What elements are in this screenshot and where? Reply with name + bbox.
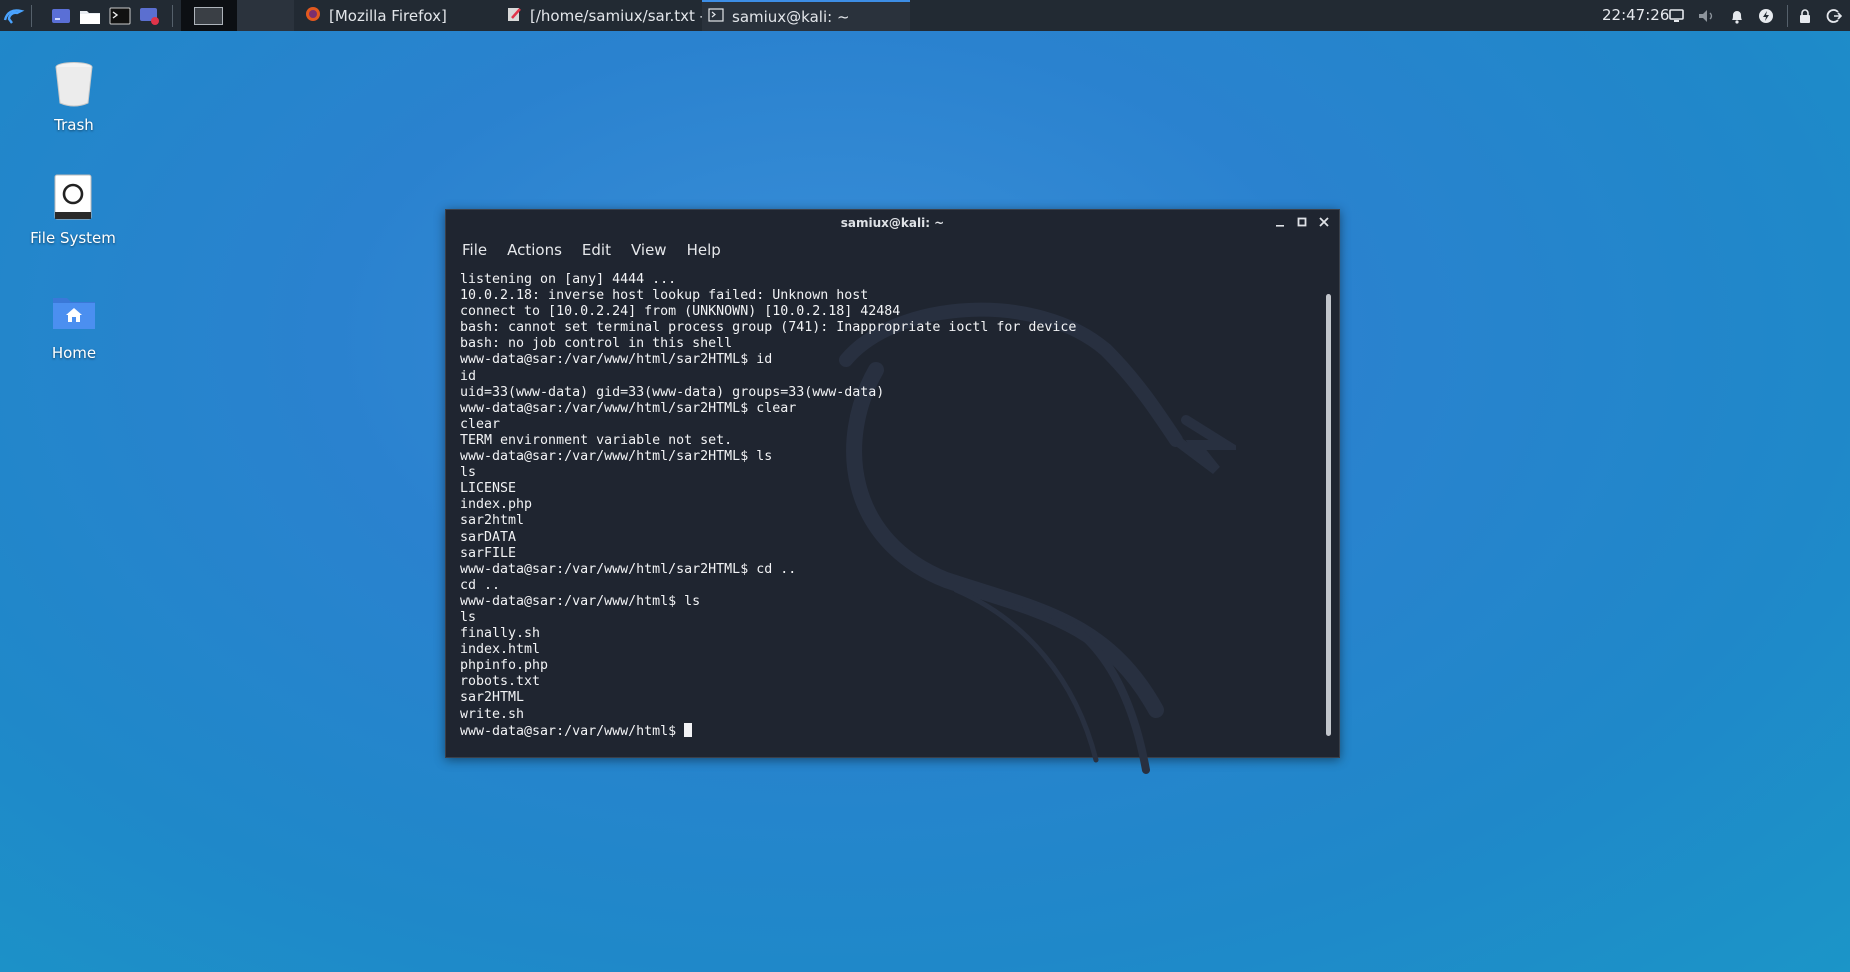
terminal-launcher-icon[interactable]: [109, 5, 131, 26]
terminal-line: www-data@sar:/var/www/html/sar2HTML$ cd …: [460, 561, 797, 577]
screen-recorder-icon[interactable]: [139, 5, 161, 26]
terminal-line: bash: cannot set terminal process group …: [460, 320, 1077, 336]
menu-bar: File Actions Edit View Help: [446, 236, 1339, 264]
window-title: samiux@kali: ~: [840, 216, 945, 230]
terminal-line: clear: [460, 416, 501, 432]
terminal-line: index.html: [460, 642, 541, 658]
menu-actions[interactable]: Actions: [507, 241, 562, 259]
terminal-line: listening on [any] 4444 ...: [460, 272, 677, 287]
show-desktop-icon[interactable]: [50, 5, 72, 26]
task-firefox[interactable]: [Mozilla Firefox]: [305, 0, 490, 31]
workspace-2[interactable]: [237, 0, 294, 31]
scrollbar[interactable]: [1326, 294, 1331, 736]
terminal-output[interactable]: listening on [any] 4444 ... 10.0.2.18: in…: [460, 272, 1313, 747]
shell-prompt: www-data@sar:/var/www/html$: [460, 723, 685, 739]
power-manager-icon[interactable]: [1755, 5, 1777, 26]
window-titlebar[interactable]: samiux@kali: ~: [446, 210, 1339, 236]
terminal-line: www-data@sar:/var/www/html/sar2HTML$ cle…: [460, 400, 797, 416]
volume-icon[interactable]: [1696, 5, 1718, 26]
terminal-line: bash: no job control in this shell: [460, 336, 733, 352]
maximize-icon[interactable]: [1293, 214, 1311, 232]
terminal-line: write.sh: [460, 706, 525, 722]
display-icon[interactable]: [1666, 5, 1688, 26]
terminal-line: TERM environment variable not set.: [460, 432, 733, 448]
terminal-line: LICENSE: [460, 481, 517, 497]
terminal-prompt-line[interactable]: www-data@sar:/var/www/html$: [460, 722, 1313, 740]
desktop-icon-trash[interactable]: Trash: [14, 58, 134, 134]
desktop-icon-home[interactable]: Home: [14, 286, 134, 362]
menu-help[interactable]: Help: [687, 241, 721, 259]
terminal-line: sarDATA: [460, 529, 517, 545]
terminal-line: id: [460, 368, 477, 384]
terminal-line: ls: [460, 609, 477, 625]
terminal-line: uid=33(www-data) gid=33(www-data) groups…: [460, 384, 885, 400]
close-icon[interactable]: [1315, 214, 1333, 232]
taskbar: [Mozilla Firefox] [/home/samiux/sar.txt …: [0, 0, 1850, 31]
desktop-icon-label: Home: [51, 344, 97, 362]
taskbar-separator: [172, 5, 173, 27]
terminal-line: www-data@sar:/var/www/html/sar2HTML$ id: [460, 352, 773, 368]
taskbar-separator: [1787, 5, 1788, 27]
menu-file[interactable]: File: [462, 241, 487, 259]
workspace-1[interactable]: [194, 7, 223, 25]
home-folder-icon: [50, 286, 98, 338]
terminal-line: sar2html: [460, 513, 525, 529]
terminal-line: 10.0.2.18: inverse host lookup failed: U…: [460, 288, 869, 304]
task-label: [Mozilla Firefox]: [329, 6, 447, 25]
terminal-line: finally.sh: [460, 626, 541, 642]
terminal-line: robots.txt: [460, 674, 541, 690]
trash-icon: [50, 58, 98, 110]
terminal-line: www-data@sar:/var/www/html/sar2HTML$ ls: [460, 449, 773, 465]
terminal-line: index.php: [460, 497, 533, 513]
menu-edit[interactable]: Edit: [582, 241, 611, 259]
notifications-icon[interactable]: [1726, 5, 1748, 26]
terminal-line: sar2HTML: [460, 690, 525, 706]
text-editor-icon: [506, 6, 522, 26]
terminal-line: connect to [10.0.2.24] from (UNKNOWN) [1…: [460, 304, 901, 320]
minimize-icon[interactable]: [1271, 214, 1289, 232]
menu-view[interactable]: View: [631, 241, 667, 259]
text-cursor: [684, 722, 693, 737]
terminal-icon: [708, 7, 724, 26]
desktop-icon-label: Trash: [54, 116, 94, 134]
terminal-window[interactable]: samiux@kali: ~ File Actions Edit View He…: [445, 209, 1340, 774]
terminal-line: www-data@sar:/var/www/html$ ls: [460, 593, 701, 609]
terminal-line: phpinfo.php: [460, 658, 549, 674]
task-label: samiux@kali: ~: [732, 7, 850, 26]
terminal-line: cd ..: [460, 577, 501, 593]
terminal-line: ls: [460, 465, 477, 481]
task-label: [/home/samiux/sar.txt - ...: [530, 6, 702, 25]
desktop-icon-label: File System: [30, 229, 116, 247]
workspace-switcher[interactable]: [181, 0, 237, 31]
desktop-icon-file-system[interactable]: File System: [13, 171, 133, 247]
drive-icon: [49, 171, 97, 223]
clock[interactable]: 22:47:26: [1602, 6, 1669, 24]
taskbar-separator: [31, 5, 32, 27]
lock-icon[interactable]: [1794, 5, 1816, 26]
task-terminal[interactable]: samiux@kali: ~: [702, 0, 910, 31]
terminal-line: sarFILE: [460, 545, 517, 561]
kali-menu-icon[interactable]: [3, 5, 25, 26]
file-manager-icon[interactable]: [79, 5, 101, 26]
task-text-editor[interactable]: [/home/samiux/sar.txt - ...: [506, 0, 702, 31]
logout-icon[interactable]: [1823, 5, 1845, 26]
firefox-icon: [305, 6, 321, 26]
